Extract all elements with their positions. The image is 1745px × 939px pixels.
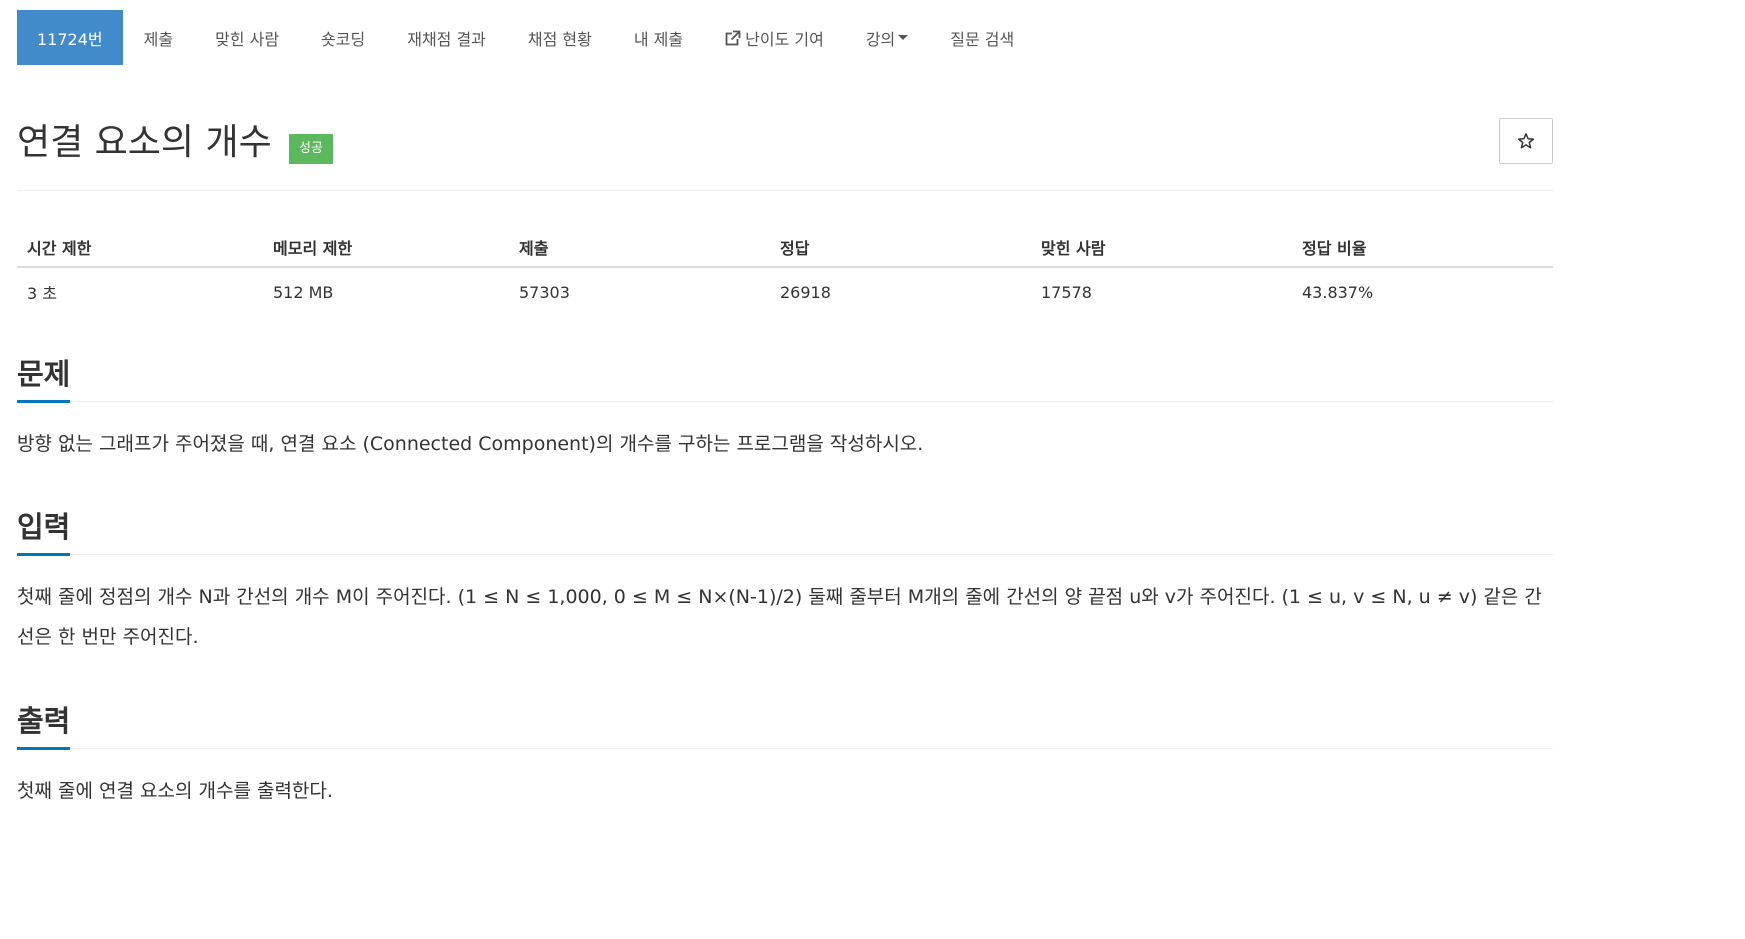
accept-ratio-value: 43.837% <box>1302 282 1374 302</box>
tab-label: 숏코딩 <box>321 29 366 49</box>
problem-title: 연결 요소의 개수 <box>17 122 272 163</box>
status-badge: 성공 <box>289 134 333 164</box>
tab-label: 질문 검색 <box>950 29 1015 49</box>
tab-short-coding[interactable]: 숏코딩 <box>300 10 386 65</box>
output-section: 출력 첫째 줄에 연결 요소의 개수를 출력한다. <box>17 701 1553 811</box>
description-text: 방향 없는 그래프가 주어졌을 때, 연결 요소 (Connected Comp… <box>17 433 924 455</box>
section-title: 문제 <box>17 354 71 403</box>
tab-label: 재채점 결과 <box>407 29 486 49</box>
input-section: 입력 첫째 줄에 정점의 개수 N과 간선의 개수 M이 주어진다. (1 ≤ … <box>17 507 1553 657</box>
header-accepted: 정답 <box>770 228 1031 268</box>
tab-label: 맞힌 사람 <box>215 29 280 49</box>
submissions-value: 57303 <box>519 282 570 302</box>
section-divider <box>17 554 1553 555</box>
tab-label: 강의 <box>865 29 896 49</box>
section-divider <box>17 401 1553 402</box>
tab-label: 제출 <box>143 29 174 49</box>
memory-limit-value: 512 MB <box>273 282 334 302</box>
problem-stats-table: 시간 제한 메모리 제한 제출 정답 맞힌 사람 정답 비율 3 초 512 M… <box>17 228 1553 316</box>
description-section: 문제 방향 없는 그래프가 주어졌을 때, 연결 요소 (Connected C… <box>17 354 1553 464</box>
tab-label: 11724번 <box>37 29 103 49</box>
favorite-button[interactable] <box>1499 118 1553 164</box>
table-header-row: 시간 제한 메모리 제한 제출 정답 맞힌 사람 정답 비율 <box>17 228 1553 268</box>
tab-label: 난이도 기여 <box>745 29 824 49</box>
accepted-value: 26918 <box>780 282 831 302</box>
problem-nav: 11724번 제출 맞힌 사람 숏코딩 재채점 결과 채점 현황 내 제출 난이… <box>17 10 1553 65</box>
tab-judge-status[interactable]: 채점 현황 <box>507 10 613 65</box>
external-link-icon <box>725 29 742 45</box>
header-solvers: 맞힌 사람 <box>1031 228 1292 268</box>
tab-solvers[interactable]: 맞힌 사람 <box>194 10 300 65</box>
table-row: 3 초 512 MB 57303 26918 17578 43.837% <box>17 267 1553 316</box>
section-title: 입력 <box>17 507 71 556</box>
time-limit-value: 3 초 <box>27 284 57 303</box>
tab-problem-number[interactable]: 11724번 <box>17 10 123 65</box>
tab-difficulty-contribution[interactable]: 난이도 기여 <box>704 10 845 65</box>
tab-label: 채점 현황 <box>527 29 592 49</box>
input-text: 첫째 줄에 정점의 개수 N과 간선의 개수 M이 주어진다. (1 ≤ N ≤… <box>17 586 1542 648</box>
caret-down-icon <box>898 35 909 40</box>
problem-header: 연결 요소의 개수 성공 <box>17 118 1553 188</box>
tab-lectures-dropdown[interactable]: 강의 <box>845 10 929 65</box>
tab-label: 내 제출 <box>633 29 684 49</box>
output-text: 첫째 줄에 연결 요소의 개수를 출력한다. <box>17 780 333 802</box>
header-time-limit: 시간 제한 <box>17 228 263 268</box>
tab-question-search[interactable]: 질문 검색 <box>929 10 1035 65</box>
header-memory-limit: 메모리 제한 <box>263 228 509 268</box>
tab-my-submissions[interactable]: 내 제출 <box>613 10 704 65</box>
tab-submit[interactable]: 제출 <box>123 10 194 65</box>
section-divider <box>17 748 1553 749</box>
star-outline-icon <box>1517 133 1535 149</box>
header-accept-ratio: 정답 비율 <box>1292 228 1553 268</box>
section-title: 출력 <box>17 701 71 750</box>
page: 11724번 제출 맞힌 사람 숏코딩 재채점 결과 채점 현황 내 제출 난이… <box>17 10 1553 802</box>
header-divider <box>17 190 1553 191</box>
header-submissions: 제출 <box>509 228 770 268</box>
tab-rejudge-results[interactable]: 재채점 결과 <box>386 10 507 65</box>
solvers-value: 17578 <box>1041 282 1092 302</box>
